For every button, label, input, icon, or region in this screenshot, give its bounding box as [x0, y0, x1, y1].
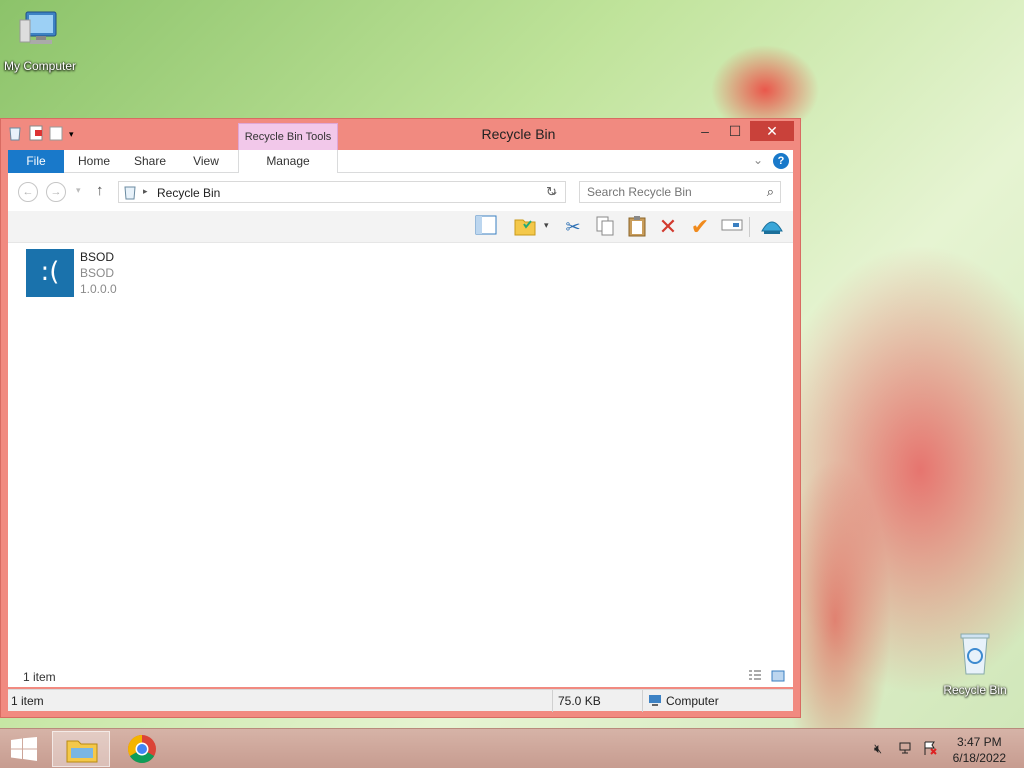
taskbar-file-explorer[interactable]	[52, 731, 110, 767]
back-button[interactable]: ←	[18, 182, 38, 202]
restore-icon[interactable]: ✔	[688, 215, 712, 239]
recycle-bin-small-icon	[7, 125, 23, 144]
window-controls: – ☐ ✕	[690, 121, 794, 141]
rename-icon[interactable]	[720, 215, 744, 239]
recent-locations-icon[interactable]: ▾	[76, 185, 81, 196]
system-clock[interactable]: 3:47 PM 6/18/2022	[953, 734, 1006, 766]
network-icon[interactable]	[898, 740, 914, 759]
item-publisher: BSOD	[80, 266, 115, 280]
details-bar: 1 item 75.0 KB Computer	[8, 689, 793, 712]
explorer-window: ▾ Recycle Bin Tools Recycle Bin – ☐ ✕ Fi…	[0, 118, 801, 718]
close-button[interactable]: ✕	[750, 121, 794, 141]
address-bar[interactable]: ▸ Recycle Bin ⌄	[118, 181, 566, 203]
tab-home[interactable]: Home	[70, 150, 118, 173]
item-version: 1.0.0.0	[80, 282, 117, 296]
desktop-icon-my-computer[interactable]: My Computer	[0, 8, 80, 73]
desktop-icon-label: Recycle Bin	[943, 683, 1007, 697]
paste-icon[interactable]	[625, 215, 649, 239]
folder-options-dropdown-icon[interactable]: ▾	[544, 220, 549, 231]
properties-icon[interactable]	[29, 125, 43, 144]
tab-file[interactable]: File	[8, 150, 64, 173]
quick-access-toolbar: ▾	[7, 125, 74, 144]
copy-icon[interactable]	[593, 215, 617, 239]
desktop-icon-recycle-bin[interactable]: Recycle Bin	[935, 630, 1015, 697]
clock-time: 3:47 PM	[956, 735, 1002, 749]
forward-button[interactable]: →	[46, 182, 66, 202]
start-button[interactable]	[10, 737, 38, 764]
shell-icon[interactable]	[760, 215, 784, 239]
maximize-button[interactable]: ☐	[720, 121, 750, 141]
volume-muted-icon[interactable]: 🔇︎	[874, 741, 882, 757]
breadcrumb-chevron-icon[interactable]: ▸	[143, 186, 148, 197]
computer-small-icon	[648, 693, 662, 710]
list-item[interactable]: :( BSOD BSOD 1.0.0.0	[26, 249, 117, 297]
new-folder-icon[interactable]	[49, 125, 63, 144]
up-arrow-icon[interactable]: ↑	[96, 182, 104, 199]
details-count: 1 item	[11, 694, 44, 708]
search-box[interactable]: ⌕	[579, 181, 781, 203]
expand-ribbon-icon[interactable]: ⌄	[753, 153, 763, 167]
desktop-icon-label: My Computer	[3, 59, 77, 73]
details-view-icon[interactable]	[748, 669, 762, 686]
title-bar[interactable]: ▾ Recycle Bin Tools Recycle Bin – ☐ ✕	[1, 119, 800, 150]
item-name: BSOD	[80, 250, 115, 264]
customize-qat-icon[interactable]: ▾	[69, 129, 74, 140]
delete-icon[interactable]: ✕	[656, 215, 680, 239]
taskbar-chrome[interactable]	[114, 731, 172, 767]
folder-options-icon[interactable]	[513, 215, 537, 239]
help-icon[interactable]: ?	[773, 153, 789, 169]
refresh-icon[interactable]: ↻	[546, 184, 557, 200]
clock-date: 6/18/2022	[952, 751, 1006, 765]
navigation-bar: ← → ▾ ↑ ▸ Recycle Bin ⌄ ↻ ⌕	[8, 173, 793, 211]
preview-pane-icon[interactable]	[474, 215, 498, 239]
search-icon[interactable]: ⌕	[767, 184, 774, 200]
cut-icon[interactable]: ✂	[561, 215, 585, 239]
app-tile-icon: :(	[26, 249, 74, 297]
toolbar-divider	[749, 217, 750, 237]
tab-view[interactable]: View	[182, 150, 230, 173]
large-icons-view-icon[interactable]	[771, 669, 785, 686]
recycle-bin-small-icon	[123, 185, 137, 203]
details-size: 75.0 KB	[558, 694, 601, 708]
details-location: Computer	[666, 694, 719, 708]
computer-icon	[0, 8, 80, 57]
minimize-button[interactable]: –	[690, 121, 720, 141]
taskbar: 🔇︎ 3:47 PM 6/18/2022	[0, 728, 1024, 768]
file-list: :( BSOD BSOD 1.0.0.0	[8, 243, 793, 687]
address-location: Recycle Bin	[157, 186, 221, 200]
item-count: 1 item	[23, 670, 56, 684]
recycle-bin-icon	[935, 630, 1015, 681]
ribbon-tabs: File Home Share View Manage ⌄ ?	[8, 150, 793, 173]
tab-manage[interactable]: Manage	[238, 150, 338, 173]
command-toolbar: ▾ ✂ ✕ ✔	[8, 211, 793, 243]
file-explorer-icon	[65, 736, 99, 767]
context-tab-group: Recycle Bin Tools	[238, 123, 338, 150]
window-title: Recycle Bin	[481, 126, 556, 142]
action-center-flag-icon[interactable]	[922, 740, 938, 759]
tab-share[interactable]: Share	[126, 150, 174, 173]
status-bar: 1 item	[8, 667, 793, 687]
chrome-icon	[127, 734, 157, 767]
search-input[interactable]	[587, 185, 757, 199]
